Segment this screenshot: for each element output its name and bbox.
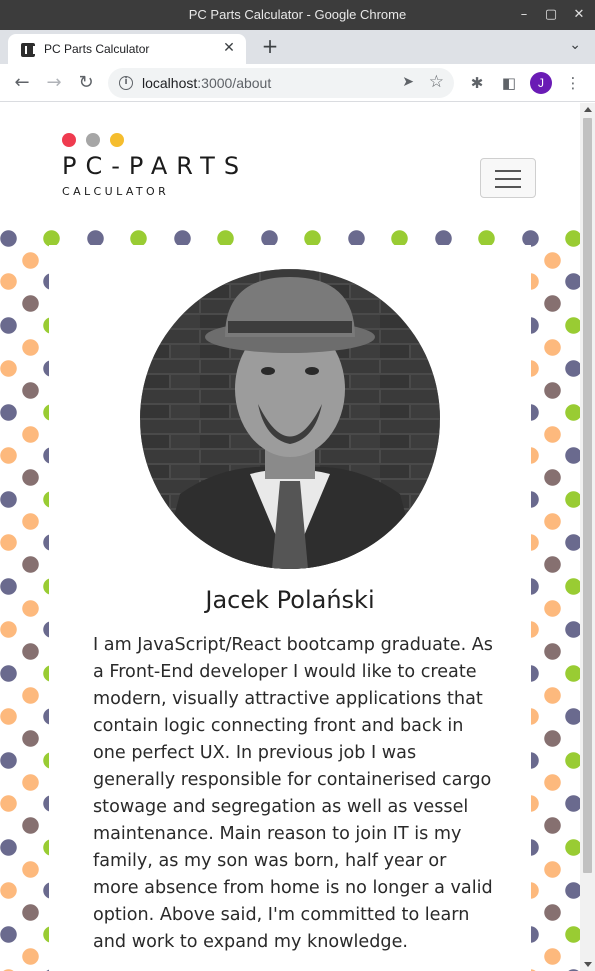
tab-title: PC Parts Calculator <box>44 42 150 56</box>
page-viewport: PC-PARTS CALCULATOR Jacek Polański I am … <box>0 103 580 971</box>
site-logo[interactable]: PC-PARTS CALCULATOR <box>62 133 262 203</box>
hamburger-line <box>495 178 521 180</box>
close-window-button[interactable]: ✕ <box>569 5 589 25</box>
profile-bio: I am JavaScript/React bootcamp graduate.… <box>93 635 493 952</box>
site-info-icon[interactable]: i <box>119 76 133 90</box>
scrollbar-thumb[interactable] <box>583 118 592 873</box>
about-card: Jacek Polański I am JavaScript/React boo… <box>49 245 531 971</box>
forward-button[interactable]: → <box>42 71 66 95</box>
page-scrollbar[interactable] <box>580 103 595 971</box>
extensions-puzzle-icon[interactable]: ✱ <box>466 72 488 94</box>
profile-name: Jacek Polański <box>205 586 375 614</box>
profile-avatar[interactable]: J <box>530 72 552 94</box>
logo-dot-grey <box>86 133 100 147</box>
hamburger-line <box>495 170 521 172</box>
browser-toolbar: ← → ↻ i localhost:3000/about ➤ ☆ ✱ ◧ J ⋮ <box>0 64 595 102</box>
tab-search-chevron-icon[interactable]: ⌄ <box>569 37 581 53</box>
logo-dot-red <box>62 133 76 147</box>
new-tab-button[interactable]: + <box>259 35 281 57</box>
maximize-button[interactable]: ▢ <box>541 5 561 25</box>
address-bar[interactable]: i localhost:3000/about ➤ ☆ <box>108 68 454 98</box>
logo-dot-yellow <box>110 133 124 147</box>
hamburger-menu-button[interactable] <box>480 158 536 198</box>
send-tab-icon[interactable]: ➤ <box>402 74 414 90</box>
url-path: :3000/about <box>197 75 272 91</box>
window-titlebar: PC Parts Calculator - Google Chrome – ▢ … <box>0 0 595 30</box>
minimize-button[interactable]: – <box>514 5 534 25</box>
hamburger-line <box>495 186 521 188</box>
profile-photo <box>140 269 440 569</box>
scroll-up-arrow-icon[interactable] <box>584 107 592 112</box>
reload-button[interactable]: ↻ <box>74 71 98 95</box>
logo-subtitle: CALCULATOR <box>62 185 170 198</box>
tab-close-icon[interactable]: ✕ <box>220 39 238 57</box>
portrait-image <box>140 269 440 569</box>
site-header: PC-PARTS CALCULATOR <box>0 103 580 228</box>
window-title: PC Parts Calculator - Google Chrome <box>188 7 407 22</box>
tab-strip: PC Parts Calculator ✕ + ⌄ <box>0 30 595 64</box>
url-text[interactable]: localhost:3000/about <box>142 75 271 91</box>
side-panel-icon[interactable]: ◧ <box>498 72 520 94</box>
site-favicon-icon <box>21 43 35 57</box>
logo-wordmark: PC-PARTS <box>62 152 249 180</box>
back-button[interactable]: ← <box>10 71 34 95</box>
bookmark-star-icon[interactable]: ☆ <box>429 72 444 92</box>
tab-pc-parts-calculator[interactable]: PC Parts Calculator ✕ <box>8 34 246 64</box>
scroll-down-arrow-icon[interactable] <box>584 962 592 967</box>
url-host: localhost <box>142 75 198 91</box>
chrome-menu-icon[interactable]: ⋮ <box>562 72 584 94</box>
